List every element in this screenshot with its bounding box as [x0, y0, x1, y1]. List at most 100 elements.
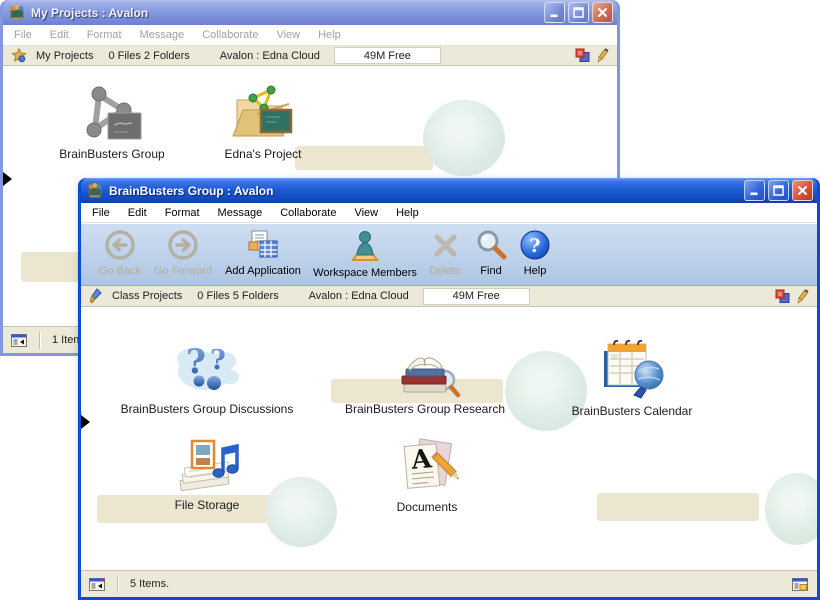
add-application-button[interactable]: Add Application: [217, 229, 309, 277]
delete-icon: [430, 229, 460, 264]
workspace-members-icon: [348, 229, 382, 266]
help-icon: ?: [519, 229, 551, 264]
menu-bar: File Edit Format Message Collaborate Vie…: [81, 203, 817, 223]
location-icon: [89, 288, 103, 304]
menu-help[interactable]: Help: [309, 29, 350, 41]
watermark-band: [597, 493, 759, 521]
maximize-button[interactable]: [768, 180, 789, 201]
brainbusters-titlebar[interactable]: BrainBusters Group : Avalon: [81, 178, 817, 203]
network-group-icon: [32, 80, 192, 144]
delete-label: Delete: [429, 265, 461, 277]
close-button[interactable]: [592, 2, 613, 23]
panel-toggle-icon[interactable]: [11, 332, 28, 349]
go-forward-label: Go Forward: [154, 265, 212, 277]
file-storage-icon: [117, 429, 297, 495]
menu-message[interactable]: Message: [209, 207, 272, 219]
find-button[interactable]: Find: [469, 229, 513, 277]
question-glyph: ?: [186, 342, 206, 382]
find-icon: [475, 229, 507, 264]
info-bar: Class Projects 0 Files 5 Folders Avalon …: [81, 286, 817, 307]
watermark-band: [21, 252, 79, 282]
status-items-count: 5 Items.: [130, 578, 169, 590]
calendar-icon: [532, 331, 732, 401]
item-label: BrainBusters Group: [32, 147, 192, 161]
go-back-icon: [103, 229, 137, 264]
folder-item-documents[interactable]: A Documents: [347, 431, 507, 514]
item-label: BrainBusters Calendar: [532, 404, 732, 418]
help-glyph: ?: [529, 235, 540, 257]
question-glyph: ?: [210, 345, 226, 376]
window-title: My Projects : Avalon: [31, 6, 148, 20]
file-folder-counts: 0 Files 5 Folders: [197, 290, 278, 302]
menu-collaborate[interactable]: Collaborate: [193, 29, 267, 41]
delete-button: Delete: [421, 229, 469, 277]
maximize-button[interactable]: [568, 2, 589, 23]
go-back-label: Go Back: [99, 265, 141, 277]
status-bar: 5 Items.: [81, 570, 817, 597]
find-label: Find: [480, 265, 501, 277]
documents-icon: A: [347, 431, 507, 497]
item-label: BrainBusters Group Research: [315, 402, 535, 416]
go-forward-icon: [166, 229, 200, 264]
pencil-icon[interactable]: [597, 48, 609, 63]
letter-a-glyph: A: [409, 444, 434, 476]
folder-item-ednas-project[interactable]: Edna's Project: [183, 80, 343, 161]
menu-edit[interactable]: Edit: [119, 207, 156, 219]
add-application-label: Add Application: [225, 265, 301, 277]
folder-content-area: ? ? BrainBusters Group Discussions: [81, 307, 817, 570]
menu-format[interactable]: Format: [78, 29, 131, 41]
folder-item-research[interactable]: BrainBusters Group Research: [315, 327, 535, 416]
research-books-icon: [315, 327, 535, 399]
workspace-members-button[interactable]: Workspace Members: [309, 229, 421, 279]
menu-bar: File Edit Format Message Collaborate Vie…: [3, 25, 617, 46]
workspace-members-label: Workspace Members: [313, 267, 417, 279]
app-icon: [8, 4, 26, 22]
brainbusters-group-window[interactable]: BrainBusters Group : Avalon File Edit Fo…: [78, 178, 820, 600]
help-label: Help: [524, 265, 547, 277]
menu-file[interactable]: File: [83, 207, 119, 219]
account-label: Avalon : Edna Cloud: [309, 290, 409, 302]
sidebar-expander[interactable]: [3, 172, 12, 186]
app-icon: [86, 182, 104, 200]
menu-format[interactable]: Format: [156, 207, 209, 219]
overlap-squares-icon[interactable]: [575, 48, 590, 63]
menu-collaborate[interactable]: Collaborate: [271, 207, 345, 219]
discussions-icon: ? ?: [97, 323, 317, 399]
overlap-squares-icon[interactable]: [775, 289, 790, 304]
folder-item-discussions[interactable]: ? ? BrainBusters Group Discussions: [97, 323, 317, 416]
info-bar: My Projects 0 Files 2 Folders Avalon : E…: [3, 46, 617, 66]
menu-message[interactable]: Message: [131, 29, 194, 41]
close-button[interactable]: [792, 180, 813, 201]
menu-help[interactable]: Help: [387, 207, 428, 219]
folder-item-brainbusters-group[interactable]: BrainBusters Group: [32, 80, 192, 161]
folder-item-file-storage[interactable]: File Storage: [117, 429, 297, 512]
panel-toggle-icon[interactable]: [89, 576, 106, 593]
watermark-circle: [423, 100, 505, 176]
menu-view[interactable]: View: [267, 29, 309, 41]
menu-edit[interactable]: Edit: [41, 29, 78, 41]
location-label: My Projects: [36, 50, 93, 62]
free-space-box: 49M Free: [334, 47, 441, 64]
my-projects-titlebar[interactable]: My Projects : Avalon: [3, 0, 617, 25]
item-label: File Storage: [117, 498, 297, 512]
menu-file[interactable]: File: [5, 29, 41, 41]
minimize-button[interactable]: [744, 180, 765, 201]
minimize-button[interactable]: [544, 2, 565, 23]
location-icon: [11, 48, 27, 64]
menu-view[interactable]: View: [345, 207, 387, 219]
pencil-icon[interactable]: [797, 289, 809, 304]
location-label: Class Projects: [112, 290, 182, 302]
go-back-button: Go Back: [91, 229, 149, 277]
item-label: Documents: [347, 500, 507, 514]
item-label: Edna's Project: [183, 147, 343, 161]
folder-item-calendar[interactable]: BrainBusters Calendar: [532, 331, 732, 418]
project-folder-icon: [183, 80, 343, 144]
account-label: Avalon : Edna Cloud: [220, 50, 320, 62]
item-label: BrainBusters Group Discussions: [97, 402, 317, 416]
toolbar: Go Back Go Forward: [81, 223, 817, 286]
help-button[interactable]: ? Help: [513, 229, 557, 277]
sidebar-expander[interactable]: [81, 415, 90, 429]
add-application-icon: [246, 229, 280, 264]
free-space-box: 49M Free: [423, 288, 530, 305]
view-toggle-icon[interactable]: [792, 576, 809, 593]
